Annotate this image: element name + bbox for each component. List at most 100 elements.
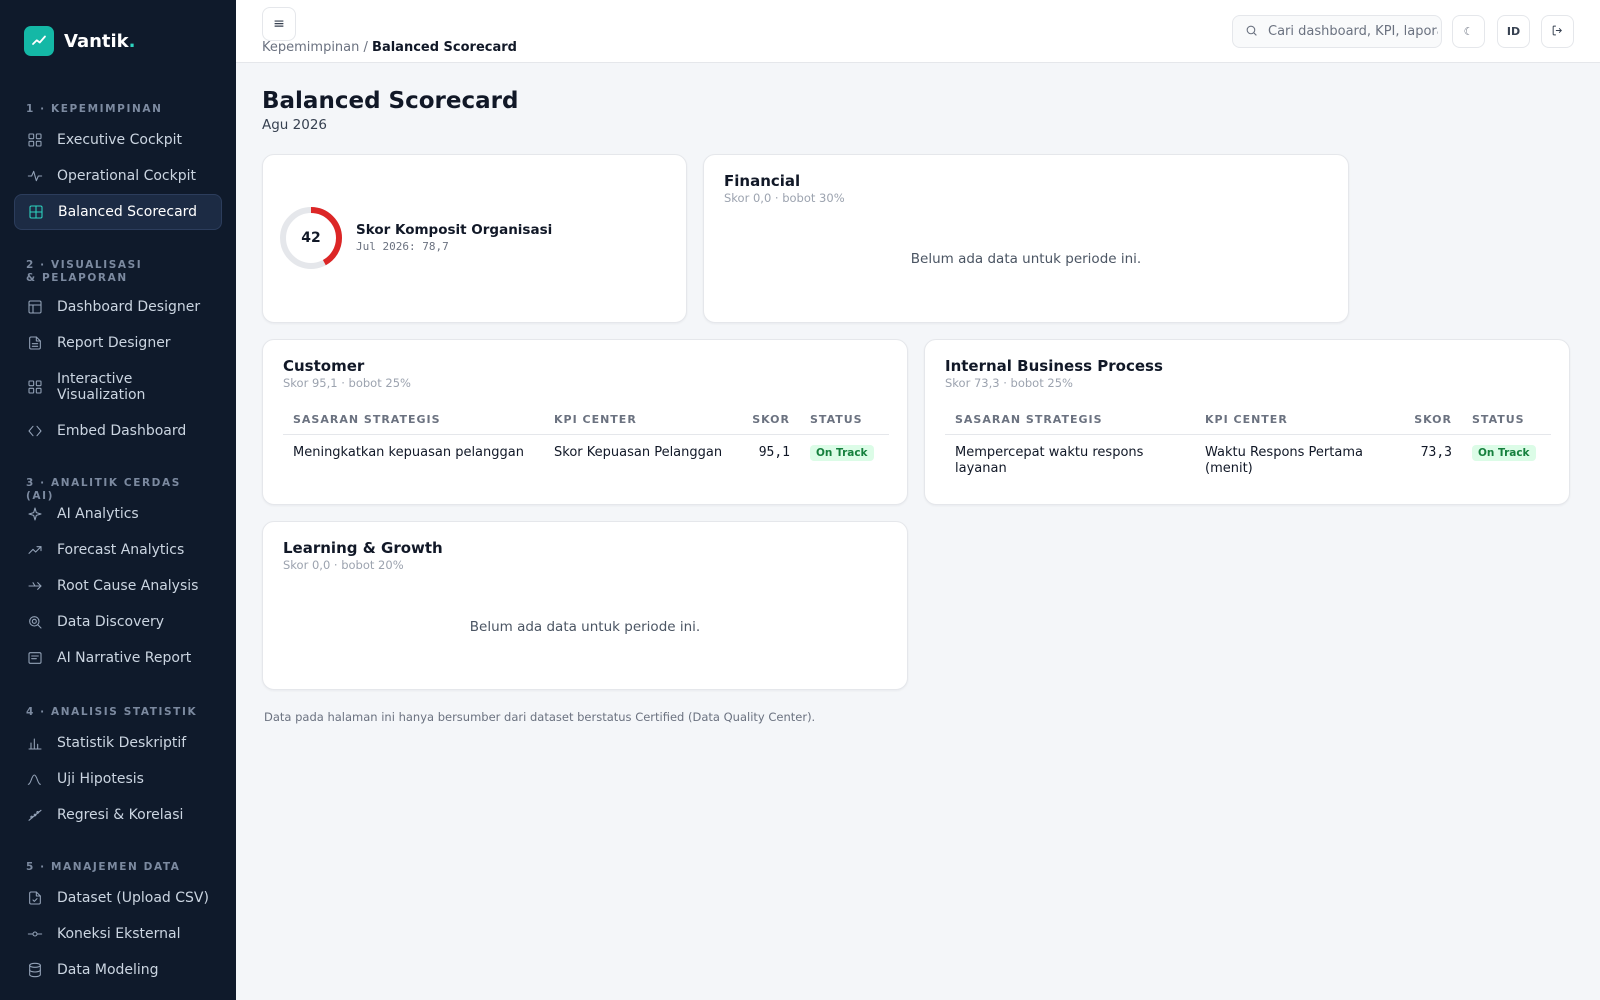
sidebar-item-interactive-visualization[interactable]: Interactive Visualization <box>14 361 222 413</box>
grid-icon <box>27 132 43 148</box>
status-badge: On Track <box>810 445 874 461</box>
sidebar-item-label: Dataset (Upload CSV) <box>57 890 209 906</box>
sidebar-item-root-cause-analysis[interactable]: Root Cause Analysis <box>14 568 222 604</box>
sidebar-item-regresi-korelasi[interactable]: Regresi & Korelasi <box>14 797 222 833</box>
sidebar-item-ai-narrative-report[interactable]: AI Narrative Report <box>14 640 222 676</box>
breadcrumb-parent[interactable]: Kepemimpinan <box>262 40 359 55</box>
sidebar-item-dashboard-designer[interactable]: Dashboard Designer <box>14 289 222 325</box>
sidebar-item-operational-cockpit[interactable]: Operational Cockpit <box>14 158 222 194</box>
layout-icon <box>27 299 43 315</box>
sidebar-item-label: Interactive Visualization <box>57 371 146 403</box>
curve-icon <box>27 771 43 787</box>
sidebar-item-label: Data Modeling <box>57 962 159 978</box>
sidebar-item-report-designer[interactable]: Report Designer <box>14 325 222 361</box>
language-button[interactable]: ID <box>1497 15 1530 48</box>
page-title: Balanced Scorecard <box>262 88 519 114</box>
theme-toggle-button[interactable]: ☾ <box>1452 15 1485 48</box>
customer-table: Sasaran Strategis KPI Center Skor Status… <box>283 404 889 470</box>
composite-score-value: 42 <box>301 230 321 246</box>
database-icon <box>27 962 43 978</box>
composite-score-title: Skor Komposit Organisasi <box>356 222 553 238</box>
card-title: Internal Business Process <box>945 357 1163 375</box>
table-row[interactable]: Meningkatkan kepuasan pelanggan Skor Kep… <box>283 435 889 471</box>
financial-card: Financial Skor 0,0 · bobot 30% Belum ada… <box>703 154 1349 323</box>
data-source-footnote: Data pada halaman ini hanya bersumber da… <box>264 710 816 724</box>
breadcrumb-separator: / <box>359 40 373 55</box>
moon-icon: ☾ <box>1463 25 1474 38</box>
sidebar-item-label: Uji Hipotesis <box>57 771 144 787</box>
empty-state-message: Belum ada data untuk periode ini. <box>469 619 701 635</box>
card-title: Financial <box>724 172 801 190</box>
score-cell: 95,1 <box>758 445 790 460</box>
objective-cell: Meningkatkan kepuasan pelanggan <box>293 445 524 460</box>
sidebar-item-dataset-upload[interactable]: Dataset (Upload CSV) <box>14 880 222 916</box>
card-title: Learning & Growth <box>283 539 443 557</box>
objective-cell: Mempercepat waktu respons layanan <box>955 445 1144 476</box>
column-header: KPI Center <box>1195 404 1402 435</box>
sidebar-item-koneksi-eksternal[interactable]: Koneksi Eksternal <box>14 916 222 952</box>
column-header: Skor <box>740 404 800 435</box>
sidebar-item-label: Report Designer <box>57 335 171 351</box>
brand[interactable]: Vantik. <box>0 0 236 82</box>
breadcrumb: Kepemimpinan / Balanced Scorecard <box>262 40 517 55</box>
sidebar-item-forecast-analytics[interactable]: Forecast Analytics <box>14 532 222 568</box>
code-icon <box>27 423 43 439</box>
section-title-statistik: 4 · Analisis Statistik <box>26 706 198 718</box>
table-row[interactable]: Mempercepat waktu respons layanan Waktu … <box>945 435 1551 487</box>
sidebar-item-label: Root Cause Analysis <box>57 578 199 594</box>
regression-icon <box>27 807 43 823</box>
learning-growth-card: Learning & Growth Skor 0,0 · bobot 20% B… <box>262 521 908 690</box>
sidebar-item-label: AI Narrative Report <box>57 650 192 666</box>
table-header-row: Sasaran Strategis KPI Center Skor Status <box>283 404 889 435</box>
grid-icon <box>27 379 43 395</box>
connection-icon <box>27 926 43 942</box>
sidebar-item-data-discovery[interactable]: Data Discovery <box>14 604 222 640</box>
sidebar-item-statistik-deskriptif[interactable]: Statistik Deskriptif <box>14 725 222 761</box>
page-period: Agu 2026 <box>262 117 328 133</box>
section-title-manajemen-data: 5 · Manajemen Data <box>26 861 181 873</box>
trend-up-icon <box>24 26 54 56</box>
column-header: Status <box>800 404 889 435</box>
bar-chart-icon <box>27 735 43 751</box>
table-header-row: Sasaran Strategis KPI Center Skor Status <box>945 404 1551 435</box>
menu-icon[interactable]: ≡ <box>262 7 296 41</box>
card-subtitle: Skor 0,0 · bobot 20% <box>283 558 404 572</box>
pulse-icon <box>27 168 43 184</box>
sidebar-item-ai-analytics[interactable]: AI Analytics <box>14 496 222 532</box>
column-header: Sasaran Strategis <box>945 404 1195 435</box>
sidebar-item-label: Koneksi Eksternal <box>57 926 181 942</box>
composite-previous-score: Jul 2026: 78,7 <box>356 240 449 253</box>
customer-card: Customer Skor 95,1 · bobot 25% Sasaran S… <box>262 339 908 505</box>
file-icon <box>27 335 43 351</box>
section-title-kepemimpinan: 1 · Kepemimpinan <box>26 103 163 115</box>
table-icon <box>28 204 44 220</box>
internal-business-process-card: Internal Business Process Skor 73,3 · bo… <box>924 339 1570 505</box>
sidebar-item-label: AI Analytics <box>57 506 139 522</box>
sidebar-item-executive-cockpit[interactable]: Executive Cockpit <box>14 122 222 158</box>
search-target-icon <box>27 614 43 630</box>
column-header: Skor <box>1402 404 1462 435</box>
sidebar-item-label: Statistik Deskriptif <box>57 735 187 751</box>
search-box[interactable] <box>1232 15 1442 48</box>
card-subtitle: Skor 73,3 · bobot 25% <box>945 376 1073 390</box>
internal-table: Sasaran Strategis KPI Center Skor Status… <box>945 404 1551 486</box>
sidebar-item-uji-hipotesis[interactable]: Uji Hipotesis <box>14 761 222 797</box>
sidebar-item-balanced-scorecard[interactable]: Balanced Scorecard <box>14 194 222 230</box>
sidebar-item-label: Data Discovery <box>57 614 165 630</box>
card-title: Customer <box>283 357 365 375</box>
sidebar-item-label: Embed Dashboard <box>57 423 187 439</box>
score-cell: 73,3 <box>1420 445 1452 460</box>
search-icon <box>1245 22 1258 41</box>
sidebar-item-label: Balanced Scorecard <box>58 204 198 220</box>
sparkle-icon <box>27 506 43 522</box>
sidebar-item-data-modeling[interactable]: Data Modeling <box>14 952 222 988</box>
sidebar-item-label: Dashboard Designer <box>57 299 201 315</box>
search-input[interactable] <box>1268 24 1438 39</box>
column-header: KPI Center <box>544 404 740 435</box>
logout-icon <box>1551 24 1564 40</box>
split-arrow-icon <box>27 578 43 594</box>
composite-score-card: 42 Skor Komposit Organisasi Jul 2026: 78… <box>262 154 687 323</box>
kpi-cell: Skor Kepuasan Pelanggan <box>554 445 723 460</box>
logout-button[interactable] <box>1541 15 1574 48</box>
sidebar-item-embed-dashboard[interactable]: Embed Dashboard <box>14 413 222 449</box>
